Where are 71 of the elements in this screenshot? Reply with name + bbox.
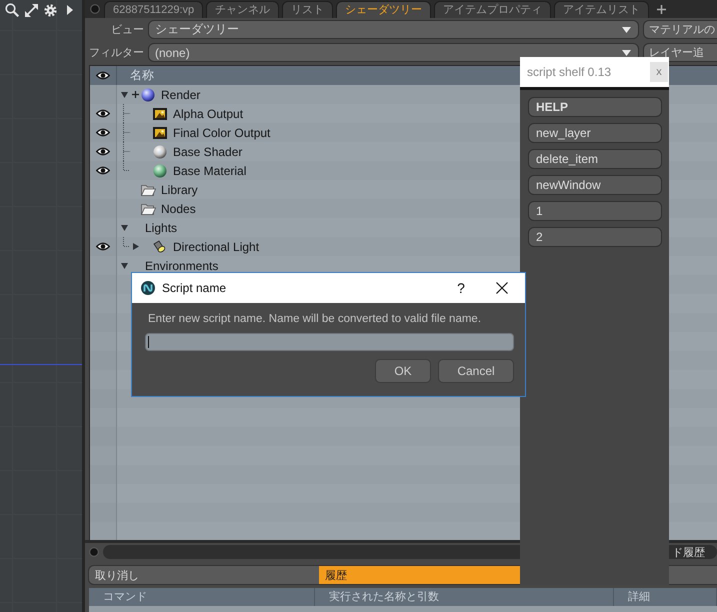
folder-icon [140,184,156,196]
script-button[interactable]: newWindow [528,175,662,195]
caret-right-icon[interactable] [133,243,139,250]
caret-down-icon[interactable] [120,92,128,98]
tree-item[interactable]: Directional Light [173,240,260,254]
tree-item[interactable]: Render [161,88,200,102]
window-title: Script name [162,281,226,295]
script-button[interactable]: new_layer [528,123,662,143]
caret-down-icon [622,26,631,32]
folder-icon [140,202,156,214]
eye-icon[interactable] [96,71,110,80]
close-button[interactable]: x [650,62,668,82]
caret-down-icon[interactable] [120,262,128,268]
dropdown[interactable]: (none) [148,43,639,62]
tab[interactable]: 62887511229:vp [104,1,204,18]
toolbar-button[interactable]: マテリアルの [643,20,717,39]
column-header[interactable]: 名称 [117,67,154,84]
tree-item[interactable]: Environments [145,258,218,272]
tree-item[interactable]: Alpha Output [173,106,244,120]
search-icon[interactable] [5,3,19,17]
tree-item[interactable]: Base Material [173,164,246,178]
tree-line [123,237,130,247]
dialog-message: Enter new script name. Name will be converted to valid file name. [148,313,482,325]
eye-icon[interactable] [96,242,110,251]
dialog-button[interactable]: Cancel [438,359,514,383]
help-button[interactable]: ? [448,275,474,301]
sphere-icon [153,164,167,178]
eye-icon[interactable] [96,109,110,118]
eye-icon[interactable] [96,147,110,156]
image-icon [153,108,167,120]
dot-icon[interactable] [90,4,100,14]
image-icon [153,126,167,138]
expand-arrows-icon[interactable] [25,4,38,16]
panel-title: ド履歴 [672,546,705,560]
tab[interactable]: 取り消し [89,566,319,584]
tab[interactable]: アイテムリスト [554,1,650,18]
tree-item[interactable]: Base Shader [173,144,242,158]
caret-down-icon[interactable] [120,224,128,230]
dropdown[interactable]: シェーダツリー [148,20,639,39]
tab[interactable]: アイテムプロパティ [434,1,552,18]
script-button[interactable]: 1 [528,201,662,221]
field-label: フィルター [89,46,144,60]
sphere-icon [141,88,155,102]
lamp-icon [153,240,167,253]
eye-icon[interactable] [96,166,110,175]
field-label: ビュー [110,23,144,37]
window-title: script shelf 0.13 [527,65,612,79]
tree-item[interactable]: Lights [145,220,178,234]
plus-icon[interactable] [657,4,666,14]
script-button[interactable]: delete_item [528,149,662,169]
tree-item[interactable]: Final Color Output [173,126,270,140]
dot-icon[interactable] [89,547,99,557]
settings-icon[interactable] [44,4,57,16]
caret-right-icon[interactable] [67,5,73,15]
plus-icon[interactable] [132,91,138,98]
script-button[interactable]: 2 [528,227,662,247]
script-button[interactable]: HELP [528,97,662,117]
tab[interactable]: チャンネル [206,1,280,18]
sphere-icon [153,144,167,158]
tab[interactable]: リスト [282,1,334,18]
close-icon [496,282,508,294]
app-logo-icon [141,281,155,295]
text-cursor-icon [148,336,149,348]
eye-icon[interactable] [96,128,110,137]
tab[interactable]: シェーダツリー [336,1,432,18]
script-name-field[interactable] [145,333,514,351]
tab[interactable]: 履歴 [319,566,520,584]
dialog-button[interactable]: OK [375,359,431,383]
tree-item[interactable]: Nodes [161,202,196,216]
toolbar-button[interactable]: レイヤー追 [643,43,717,62]
tree-item[interactable]: Library [161,182,198,196]
